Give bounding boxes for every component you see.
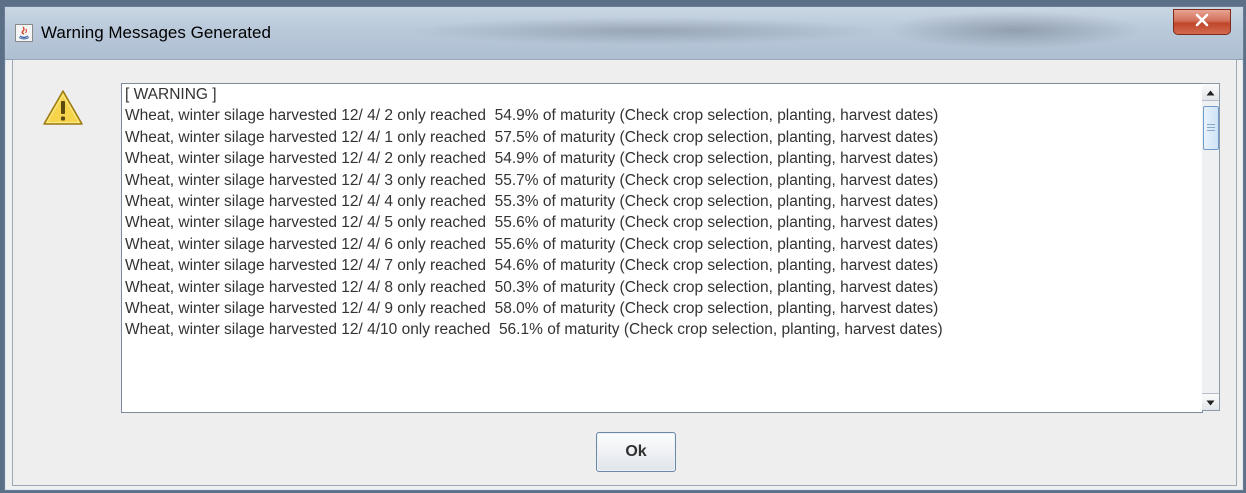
warning-line: Wheat, winter silage harvested 12/ 4/ 7 … xyxy=(125,257,939,275)
vertical-scrollbar[interactable] xyxy=(1202,83,1220,411)
warning-triangle-icon xyxy=(41,88,85,128)
arrow-down-icon xyxy=(1206,393,1215,411)
dialog-window: Warning Messages Generated [ WARNING ] W… xyxy=(4,6,1244,491)
warning-text-area[interactable]: [ WARNING ] Wheat, winter silage harvest… xyxy=(121,83,1203,413)
ok-button[interactable]: Ok xyxy=(596,432,676,472)
warning-line: Wheat, winter silage harvested 12/ 4/ 1 … xyxy=(125,128,939,146)
window-title: Warning Messages Generated xyxy=(41,23,271,42)
thumb-grip xyxy=(1207,124,1215,125)
scrollbar-thumb[interactable] xyxy=(1203,106,1219,150)
title-bar-backdrop-2 xyxy=(885,11,1145,49)
warning-line: Wheat, winter silage harvested 12/ 4/ 6 … xyxy=(125,235,939,253)
warning-line: Wheat, winter silage harvested 12/ 4/ 4 … xyxy=(125,192,939,210)
thumb-grip xyxy=(1207,130,1215,131)
title-bar-backdrop xyxy=(405,17,885,45)
close-icon xyxy=(1194,13,1210,32)
warning-line: Wheat, winter silage harvested 12/ 4/ 2 … xyxy=(125,150,939,168)
thumb-grip xyxy=(1207,127,1215,128)
warning-line: Wheat, winter silage harvested 12/ 4/ 3 … xyxy=(125,171,939,189)
close-button[interactable] xyxy=(1173,9,1231,35)
warning-line: [ WARNING ] xyxy=(125,86,217,103)
warning-line: Wheat, winter silage harvested 12/ 4/ 2 … xyxy=(125,107,939,125)
dialog-content: [ WARNING ] Wheat, winter silage harvest… xyxy=(12,59,1237,486)
scroll-down-button[interactable] xyxy=(1202,393,1219,410)
arrow-up-icon xyxy=(1206,83,1215,101)
title-bar[interactable]: Warning Messages Generated xyxy=(5,7,1243,60)
java-app-icon xyxy=(15,24,33,42)
scroll-up-button[interactable] xyxy=(1202,84,1219,101)
warning-line: Wheat, winter silage harvested 12/ 4/10 … xyxy=(125,321,943,339)
warning-line: Wheat, winter silage harvested 12/ 4/ 5 … xyxy=(125,214,939,232)
warning-line: Wheat, winter silage harvested 12/ 4/ 8 … xyxy=(125,278,939,296)
warning-line: Wheat, winter silage harvested 12/ 4/ 9 … xyxy=(125,299,939,317)
